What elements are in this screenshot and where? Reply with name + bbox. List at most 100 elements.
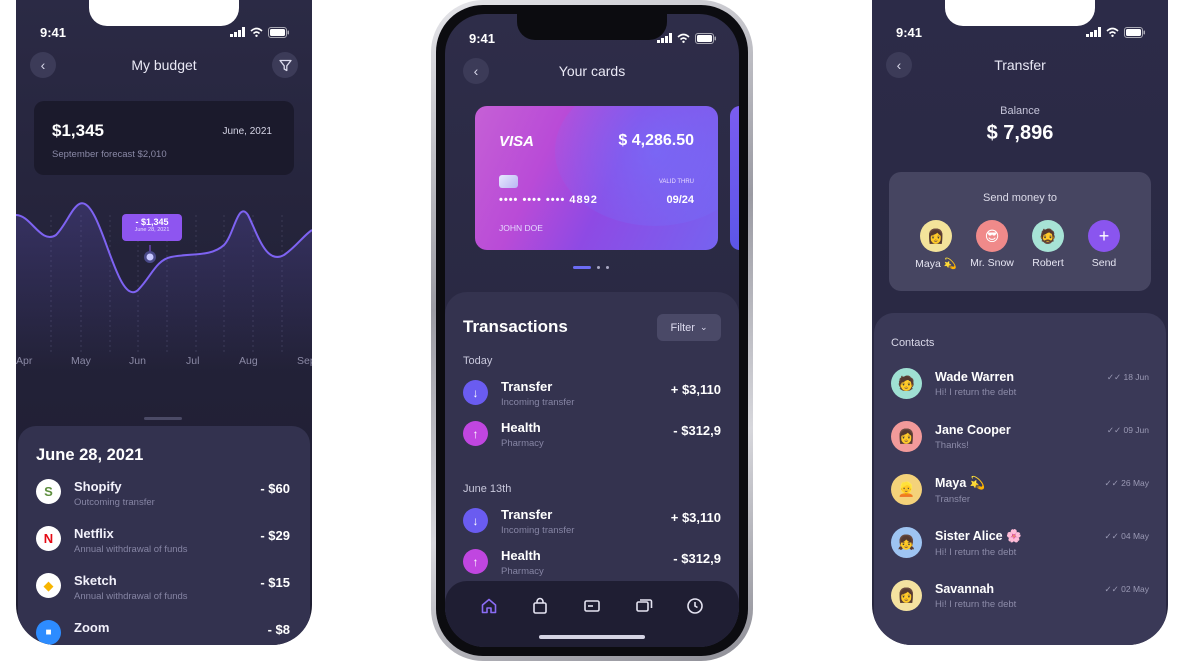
double-check-icon: ✓✓ — [1104, 584, 1122, 594]
chevron-left-icon: ‹ — [473, 63, 479, 79]
list-item[interactable]: ↑ Health Pharmacy - $312,9 — [463, 420, 721, 461]
tooltip-date: June 28, 2021 — [134, 227, 170, 233]
arrow-down-icon: ↓ — [463, 380, 488, 405]
tx-sub: Annual withdrawal of funds — [74, 544, 188, 555]
back-button[interactable]: ‹ — [30, 52, 56, 78]
recipient[interactable]: 😎 Mr. Snow — [969, 220, 1015, 270]
month-label: Jul — [186, 355, 200, 367]
wifi-icon — [250, 27, 263, 37]
tx-amount: - $8 — [267, 622, 290, 637]
card-holder: JOHN DOE — [499, 223, 543, 233]
wifi-icon — [1106, 27, 1119, 37]
transfer-screen: 9:41 ‹ Transfer Balance $ 7,896 Send mon… — [872, 0, 1168, 645]
tx-amount: - $29 — [260, 528, 290, 543]
transactions-sheet: June 28, 2021 S Shopify Outcoming transf… — [18, 426, 310, 645]
filter-label: Filter — [670, 321, 695, 334]
battery-icon — [1124, 26, 1145, 38]
tx-name: Sketch — [74, 573, 117, 588]
back-button[interactable]: ‹ — [463, 58, 489, 84]
chart-marker[interactable] — [146, 253, 154, 261]
tx-amount: + $3,110 — [670, 510, 721, 525]
contacts-title: Contacts — [891, 337, 935, 349]
send-title: Send money to — [983, 192, 1057, 204]
chart-tooltip: - $1,345 June 28, 2021 — [122, 214, 182, 241]
group-label: June 13th — [463, 483, 512, 495]
budget-summary-card: $1,345 September forecast $2,010 June, 2… — [34, 101, 294, 175]
month-label: Aug — [239, 355, 258, 367]
filter-dropdown[interactable]: Filter ⌄ — [657, 314, 721, 341]
funnel-icon — [278, 59, 292, 71]
avatar: 👱 — [891, 474, 922, 505]
avatar: 😎 — [976, 220, 1008, 252]
pager-dot[interactable] — [597, 266, 600, 269]
plus-icon: + — [1088, 220, 1120, 252]
status-icons — [1086, 26, 1146, 38]
tx-sub: Incoming transfer — [501, 397, 575, 408]
filter-button[interactable] — [272, 52, 298, 78]
double-check-icon: ✓✓ — [1106, 425, 1124, 435]
double-check-icon: ✓✓ — [1104, 478, 1122, 488]
home-icon[interactable] — [478, 595, 500, 617]
list-item[interactable]: ◆ Sketch Annual withdrawal of funds - $1… — [36, 573, 292, 620]
sheet-grabber[interactable] — [144, 417, 182, 420]
tx-amount: - $60 — [260, 481, 290, 496]
list-item[interactable]: 👩 Savannah Hi! I return the debt ✓✓ 02 M… — [891, 580, 1149, 633]
list-item[interactable]: ↓ Transfer Incoming transfer + $3,110 — [463, 379, 721, 420]
clock-icon[interactable] — [684, 595, 706, 617]
status-icons — [657, 32, 717, 44]
send-label: Send — [1091, 257, 1117, 269]
credit-card[interactable]: VISA $ 4,286.50 VALID THRU •••• •••• •••… — [475, 106, 718, 250]
avatar: 🧑 — [891, 368, 922, 399]
transfer-header: ‹ Transfer — [872, 52, 1168, 78]
list-item[interactable]: 👱 Maya 💫 Transfer ✓✓ 26 May — [891, 474, 1149, 527]
chat-icon[interactable] — [633, 595, 655, 617]
iphone-bezel: 9:41 ‹ Your cards VISA $ 4,286.50 VALID … — [436, 5, 748, 656]
bottom-tab-bar — [445, 581, 739, 647]
list-item[interactable]: 👩 Jane Cooper Thanks! ✓✓ 09 Jun — [891, 421, 1149, 474]
recipient[interactable]: 👩 Maya 💫 — [913, 220, 959, 270]
list-item[interactable]: N Netflix Annual withdrawal of funds - $… — [36, 526, 292, 573]
wifi-icon — [677, 33, 690, 43]
tx-sub: Outcoming transfer — [74, 497, 155, 508]
pager-dot[interactable] — [606, 266, 609, 269]
recipient-name: Mr. Snow — [970, 257, 1014, 269]
recipient-name: Maya 💫 — [915, 258, 957, 270]
status-time: 9:41 — [469, 30, 496, 46]
budget-header: ‹ My budget — [16, 52, 312, 78]
cards-header: ‹ Your cards — [445, 58, 739, 84]
next-card-peek[interactable] — [730, 106, 739, 250]
contact-sub: Hi! I return the debt — [935, 387, 1017, 398]
zoom-icon: ■ — [36, 620, 61, 645]
signal-icon — [230, 27, 245, 37]
list-item[interactable]: 🧑 Wade Warren Hi! I return the debt ✓✓ 1… — [891, 368, 1149, 421]
forecast-text: September forecast $2,010 — [52, 149, 167, 160]
list-item[interactable]: ■ Zoom - $8 — [36, 620, 292, 645]
tx-sub: Pharmacy — [501, 566, 544, 577]
recipient[interactable]: 🧔 Robert — [1025, 220, 1071, 270]
back-button[interactable]: ‹ — [886, 52, 912, 78]
avatar: 👧 — [891, 527, 922, 558]
battery-icon — [268, 26, 289, 38]
list-item[interactable]: 👧 Sister Alice 🌸 Hi! I return the debt ✓… — [891, 527, 1149, 580]
card-chip-icon — [499, 175, 518, 188]
avatar: 👩 — [920, 220, 952, 252]
carousel-pager[interactable] — [573, 266, 609, 269]
send-button[interactable]: + Send — [1081, 220, 1127, 270]
bag-icon[interactable] — [529, 595, 551, 617]
avatar: 👩 — [891, 421, 922, 452]
arrow-up-icon: ↑ — [463, 549, 488, 574]
iphone-frame: 9:41 ‹ Your cards VISA $ 4,286.50 VALID … — [431, 0, 753, 661]
sketch-icon: ◆ — [36, 573, 61, 598]
pager-dot-active[interactable] — [573, 266, 591, 269]
contact-date: ✓✓ 26 May — [1104, 478, 1149, 488]
valid-thru-label: VALID THRU — [658, 179, 694, 185]
budget-screen: 9:41 ‹ My budget $1,345 September foreca… — [16, 0, 312, 645]
tx-amount: + $3,110 — [670, 382, 721, 397]
status-icons — [230, 26, 290, 38]
home-indicator[interactable] — [539, 635, 645, 639]
page-title: My budget — [131, 57, 197, 73]
avatar: 🧔 — [1032, 220, 1064, 252]
list-item[interactable]: S Shopify Outcoming transfer - $60 — [36, 479, 292, 526]
card-icon[interactable] — [581, 595, 603, 617]
list-item[interactable]: ↓ Transfer Incoming transfer + $3,110 — [463, 507, 721, 548]
